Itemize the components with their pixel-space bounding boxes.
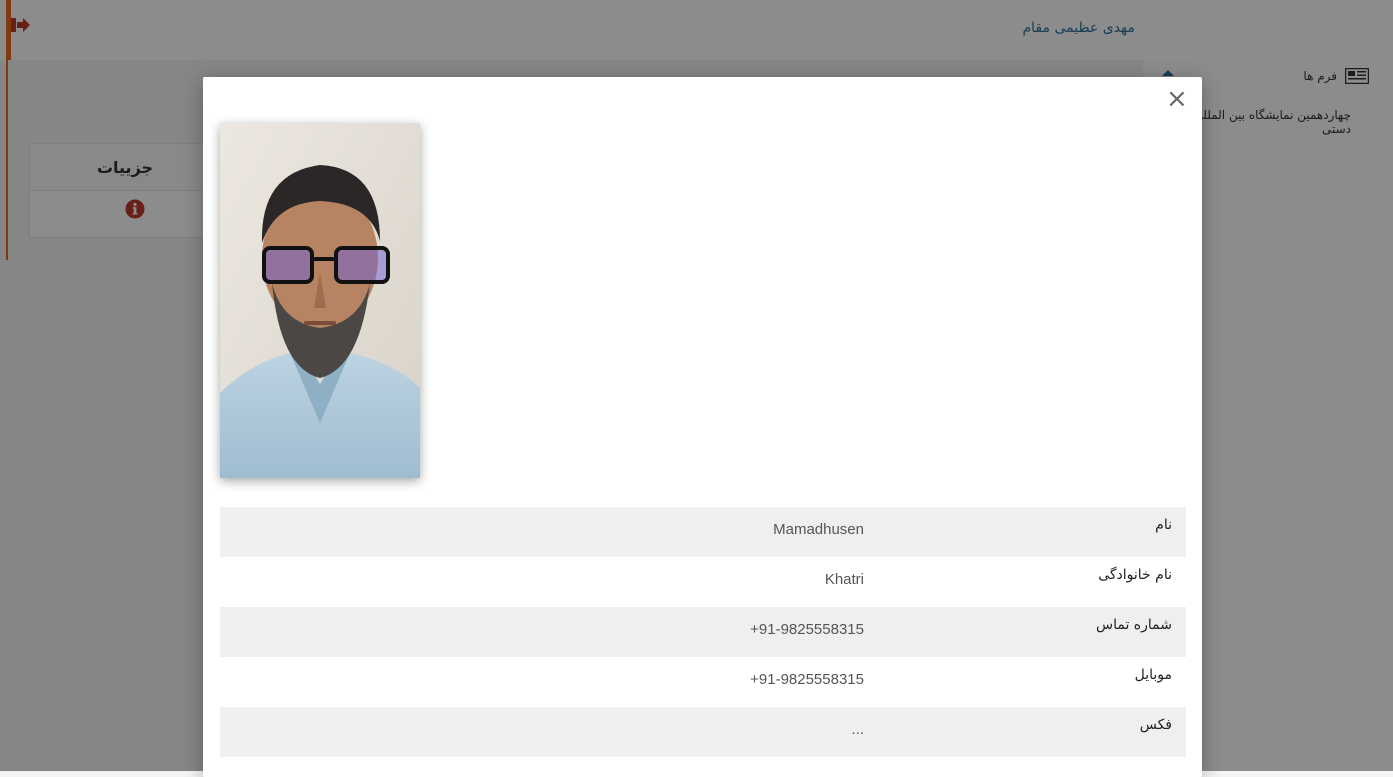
row-label: شماره تماس [1096,617,1172,633]
profile-photo [220,123,420,478]
close-button[interactable]: × [1166,86,1188,112]
row-label: نام خانوادگی [1098,567,1172,583]
profile-modal: × نام Mamadhusen نام خانوادگی Khatri شما… [203,77,1202,777]
table-row: شماره تماس +91-9825558315 [220,607,1186,657]
row-label: نام [1155,517,1172,533]
table-row: نام خانوادگی Khatri [220,557,1186,607]
table-row: فکس ... [220,707,1186,757]
row-value: Mamadhusen [773,521,864,538]
table-row: موبایل +91-9825558315 [220,657,1186,707]
row-value: +91-9825558315 [750,621,864,638]
row-value: ... [851,721,864,738]
row-label: موبایل [1134,667,1172,683]
row-label: فکس [1139,717,1172,733]
table-row: نام Mamadhusen [220,507,1186,557]
info-table: نام Mamadhusen نام خانوادگی Khatri شماره… [220,507,1186,757]
row-value: Khatri [824,571,864,588]
row-value: +91-9825558315 [750,671,864,688]
